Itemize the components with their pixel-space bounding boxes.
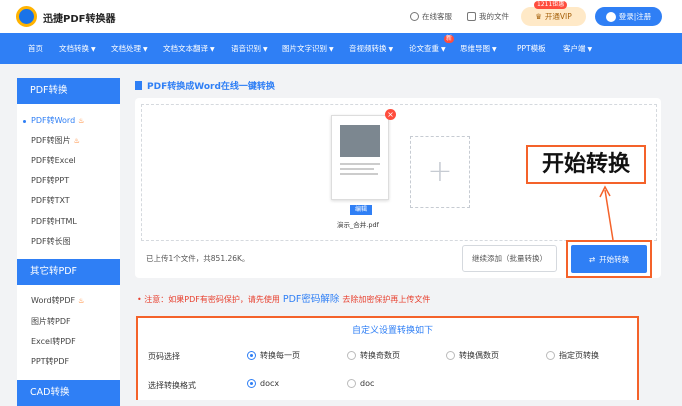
remove-file-icon[interactable]: × xyxy=(385,109,396,120)
add-file-button[interactable]: + xyxy=(410,136,470,208)
radio-icon xyxy=(546,351,555,360)
sidebar-item-pdf-to-excel[interactable]: PDF转Excel xyxy=(17,151,120,171)
nav-media-convert[interactable]: 音视频转换 ▼ xyxy=(349,33,393,64)
chevron-down-icon: ▼ xyxy=(587,46,593,53)
user-icon xyxy=(605,11,616,22)
sidebar-section-other-to-pdf[interactable]: 其它转PDF xyxy=(17,259,120,285)
fire-icon: ♨ xyxy=(78,117,85,125)
sidebar-item-pdf-to-ppt[interactable]: PDF转PPT xyxy=(17,171,120,191)
thumbnail-preview xyxy=(340,125,380,157)
nav-ppt-template[interactable]: PPT模板 xyxy=(517,33,546,64)
sidebar: PDF转换 PDF转Word ♨ PDF转图片 ♨ PDF转Excel PDF转PP… xyxy=(17,78,120,406)
radio-convert-even-pages[interactable]: 转换偶数页 xyxy=(446,350,499,361)
fire-icon: ♨ xyxy=(78,297,85,305)
radio-icon xyxy=(446,351,455,360)
radio-convert-odd-pages[interactable]: 转换奇数页 xyxy=(347,350,400,361)
nav-text-translate[interactable]: 文档文本翻译 ▼ xyxy=(163,33,215,64)
logo-icon[interactable] xyxy=(16,6,37,27)
sidebar-item-image-to-pdf[interactable]: 图片转PDF xyxy=(17,312,120,332)
sidebar-item-ppt-to-pdf[interactable]: PPT转PDF xyxy=(17,352,120,372)
nav-paper-check[interactable]: 论文查重 ▼ xyxy=(409,33,446,64)
crown-icon: ♛ xyxy=(535,12,542,21)
start-convert-annotation: 开始转换 xyxy=(526,145,646,184)
sidebar-section-cad-convert[interactable]: CAD转换 xyxy=(17,380,120,406)
sidebar-item-excel-to-pdf[interactable]: Excel转PDF xyxy=(17,332,120,352)
nav-mind-map[interactable]: 思维导图 ▼ xyxy=(460,33,497,64)
sidebar-item-pdf-to-txt[interactable]: PDF转TXT xyxy=(17,191,120,211)
radio-convert-every-page[interactable]: 转换每一页 xyxy=(247,350,300,361)
edit-button[interactable]: 编辑 xyxy=(350,205,372,215)
chevron-down-icon: ▼ xyxy=(492,46,497,53)
sidebar-item-pdf-to-long-image[interactable]: PDF转长图 xyxy=(17,232,120,252)
logo-text[interactable]: 迅捷PDF转换器 xyxy=(43,10,115,25)
radio-checked-icon xyxy=(247,351,256,360)
nav-speech-recognition[interactable]: 语音识别 ▼ xyxy=(231,33,268,64)
nav-document-convert[interactable]: 文档转换 ▼ xyxy=(59,33,96,64)
chevron-down-icon: ▼ xyxy=(210,46,215,53)
sidebar-item-pdf-to-word[interactable]: PDF转Word ♨ xyxy=(17,111,120,131)
sidebar-item-pdf-to-html[interactable]: PDF转HTML xyxy=(17,212,120,232)
headset-icon xyxy=(410,12,419,21)
main-nav: 首页 文档转换 ▼ 文档处理 ▼ 文档文本翻译 ▼ 语音识别 ▼ 图片文字识别 ▼ 音视频… xyxy=(0,33,682,64)
document-icon xyxy=(135,81,142,90)
active-indicator xyxy=(23,120,26,123)
vip-button[interactable]: ♛ 开通VIP xyxy=(521,7,586,26)
sidebar-item-word-to-pdf[interactable]: Word转PDF ♨ xyxy=(17,291,120,311)
chevron-down-icon: ▼ xyxy=(143,46,148,53)
sidebar-item-pdf-to-image[interactable]: PDF转图片 ♨ xyxy=(17,131,120,151)
my-files-label: 我的文件 xyxy=(479,12,509,21)
start-convert-button[interactable]: ⇄ 开始转换 xyxy=(571,245,647,273)
radio-icon xyxy=(347,351,356,360)
page-title: PDF转换成Word在线一键转换 xyxy=(135,79,275,92)
sidebar-section-pdf-convert[interactable]: PDF转换 xyxy=(17,78,120,104)
format-selection-label: 选择转换格式 xyxy=(148,381,196,390)
continue-add-button[interactable]: 继续添加（批量转换） xyxy=(462,245,557,272)
fire-icon: ♨ xyxy=(73,137,80,145)
nav-client[interactable]: 客户端 ▼ xyxy=(563,33,592,64)
nav-image-ocr[interactable]: 图片文字识别 ▼ xyxy=(282,33,334,64)
radio-checked-icon xyxy=(247,379,256,388)
online-service-link[interactable]: 在线客服 xyxy=(410,11,452,22)
pdf-password-remove-link[interactable]: PDF密码解除 xyxy=(283,291,340,305)
convert-icon: ⇄ xyxy=(588,254,596,264)
online-service-label: 在线客服 xyxy=(422,12,452,21)
chevron-down-icon: ▼ xyxy=(329,46,334,53)
password-notice: • 注意：如果PDF有密码保护，请先使用 PDF密码解除 去除加密保护再上传文件 xyxy=(137,291,430,305)
chevron-down-icon: ▼ xyxy=(91,46,96,53)
chevron-down-icon: ▼ xyxy=(388,46,394,53)
page-selection-label: 页码选择 xyxy=(148,352,180,361)
chevron-down-icon: ▼ xyxy=(263,46,268,53)
settings-title: 自定义设置转换如下 xyxy=(352,326,434,336)
new-badge: 新 xyxy=(444,35,455,43)
file-thumbnail[interactable] xyxy=(331,115,389,200)
radio-icon xyxy=(347,379,356,388)
vip-promo-badge: 1211钜惠 xyxy=(534,1,568,9)
file-icon xyxy=(467,12,476,21)
vip-label: 开通VIP xyxy=(544,12,572,21)
annotation-arrow xyxy=(599,185,614,241)
radio-format-doc[interactable]: doc xyxy=(347,379,374,388)
login-label: 登录|注册 xyxy=(618,12,652,21)
top-header: 迅捷PDF转换器 在线客服 我的文件 ♛ 开通VIP 1211钜惠 登录|注册 xyxy=(0,0,682,33)
login-register-button[interactable]: 登录|注册 xyxy=(595,7,662,26)
upload-status: 已上传1个文件，共851.26K。 xyxy=(146,254,250,263)
nav-document-process[interactable]: 文档处理 ▼ xyxy=(111,33,148,64)
radio-format-docx[interactable]: docx xyxy=(247,379,279,388)
my-files-link[interactable]: 我的文件 xyxy=(467,11,509,22)
radio-specify-pages[interactable]: 指定页转换 xyxy=(546,350,599,361)
file-name: 演示_合并.pdf xyxy=(337,221,379,229)
nav-home[interactable]: 首页 xyxy=(28,33,43,64)
